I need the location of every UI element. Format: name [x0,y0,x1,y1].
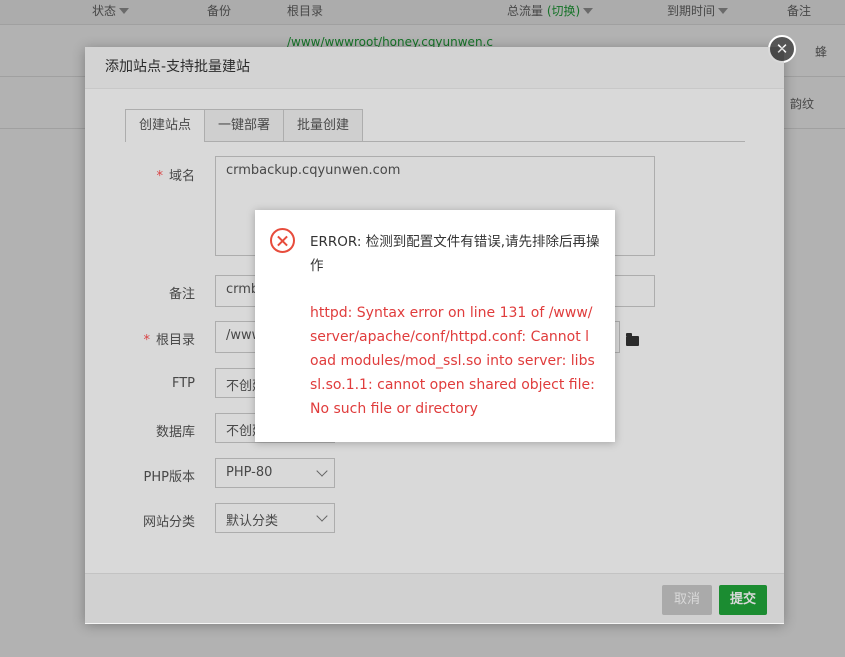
error-title: ERROR: 检测到配置文件有错误,请先排除后再操作 [310,234,600,274]
error-detail: httpd: Syntax error on line 131 of /www/… [310,305,595,417]
error-icon [270,228,295,253]
error-dialog: ERROR: 检测到配置文件有错误,请先排除后再操作 httpd: Syntax… [255,210,615,442]
